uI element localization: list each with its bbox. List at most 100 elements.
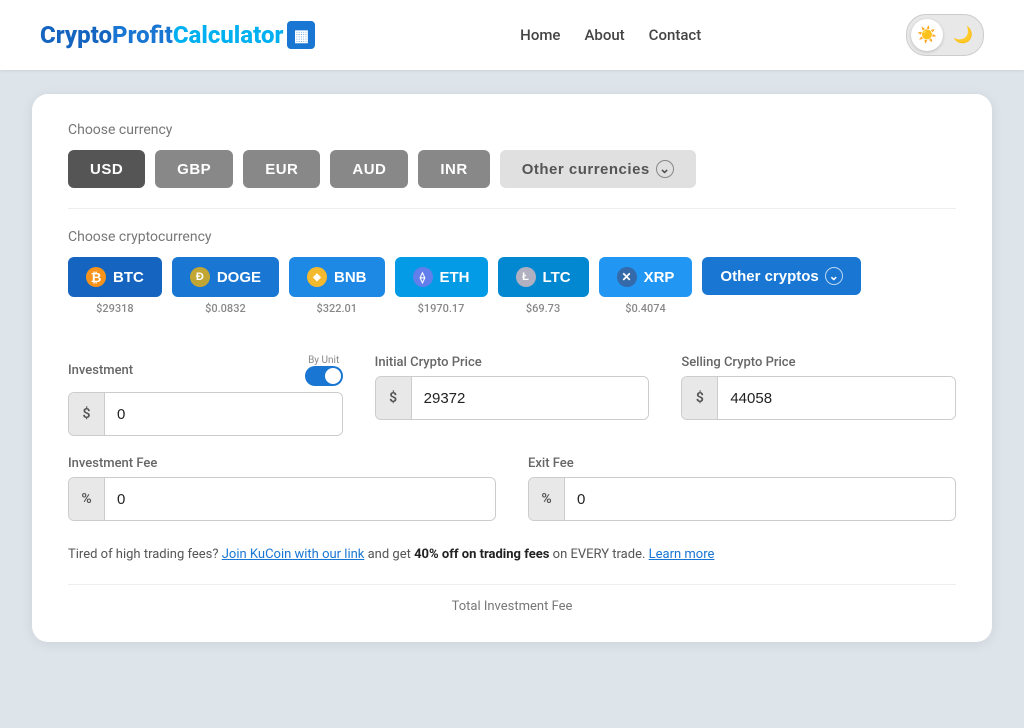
selling-price-field-group: Selling Crypto Price $ — [681, 355, 956, 436]
investment-prefix: $ — [69, 393, 105, 435]
initial-price-input-group: $ — [375, 376, 650, 420]
exit-fee-input[interactable] — [565, 478, 955, 520]
header: Crypto Profit Calculator ▦ Home About Co… — [0, 0, 1024, 70]
logo-profit: Profit — [112, 21, 173, 49]
nav-home[interactable]: Home — [520, 26, 560, 44]
total-fee-label: Total Investment Fee — [68, 584, 956, 614]
other-currencies-label: Other currencies — [522, 161, 650, 178]
selling-price-input-group: $ — [681, 376, 956, 420]
light-mode-button[interactable]: ☀️ — [911, 19, 943, 51]
toggle-switch[interactable] — [305, 366, 343, 386]
other-cryptos-label: Other cryptos — [720, 268, 818, 285]
promo-text-middle: and get — [368, 547, 414, 562]
currency-section-label: Choose currency — [68, 122, 956, 138]
ltc-price: $69.73 — [526, 302, 560, 315]
currency-aud[interactable]: AUD — [330, 150, 408, 188]
exit-fee-prefix: % — [529, 478, 565, 520]
crypto-col-ltc: Ł LTC $69.73 — [498, 257, 589, 315]
crypto-xrp-button[interactable]: ✕ XRP — [599, 257, 693, 297]
promo-text-after: on EVERY trade. — [553, 547, 649, 562]
learn-more-link[interactable]: Learn more — [649, 547, 715, 562]
investment-label: Investment — [68, 363, 133, 378]
currency-row: USD GBP EUR AUD INR Other currencies ⌄ — [68, 150, 956, 188]
investment-fee-input-group: % — [68, 477, 496, 521]
crypto-col-other: Other cryptos ⌄ — [702, 257, 860, 315]
selling-price-input[interactable] — [718, 377, 955, 419]
currency-section: Choose currency USD GBP EUR AUD INR Othe… — [68, 122, 956, 188]
crypto-col-xrp: ✕ XRP $0.4074 — [599, 257, 693, 315]
initial-price-label: Initial Crypto Price — [375, 355, 650, 370]
by-unit-label: By Unit — [308, 355, 339, 366]
bnb-label: BNB — [334, 269, 367, 286]
other-cryptos-chevron-icon: ⌄ — [825, 267, 843, 285]
theme-toggle: ☀️ 🌙 — [906, 14, 984, 56]
xrp-icon: ✕ — [617, 267, 637, 287]
promo-bar: Tired of high trading fees? Join KuCoin … — [68, 545, 956, 566]
doge-label: DOGE — [217, 269, 261, 286]
crypto-col-eth: ⟠ ETH $1970.17 — [395, 257, 488, 315]
doge-icon: Ð — [190, 267, 210, 287]
toggle-knob — [325, 368, 341, 384]
crypto-col-bnb: ◆ BNB $322.01 — [289, 257, 385, 315]
kucoin-link[interactable]: Join KuCoin with our link — [222, 547, 365, 562]
selling-price-prefix: $ — [682, 377, 718, 419]
crypto-doge-button[interactable]: Ð DOGE — [172, 257, 279, 297]
crypto-section-label: Choose cryptocurrency — [68, 229, 956, 245]
initial-price-field-group: Initial Crypto Price $ — [375, 355, 650, 436]
calculator-section: Investment By Unit $ — [68, 355, 956, 436]
promo-text-before: Tired of high trading fees? — [68, 547, 219, 562]
xrp-label: XRP — [644, 269, 675, 286]
currency-inr[interactable]: INR — [418, 150, 489, 188]
by-unit-toggle[interactable] — [305, 366, 343, 386]
investment-fee-label: Investment Fee — [68, 456, 496, 471]
logo-crypto: Crypto — [40, 21, 112, 49]
nav: Home About Contact — [520, 26, 701, 44]
logo[interactable]: Crypto Profit Calculator ▦ — [40, 21, 315, 49]
exit-fee-input-group: % — [528, 477, 956, 521]
logo-calculator: Calculator — [173, 21, 284, 49]
fee-section: Investment Fee % Exit Fee % — [68, 456, 956, 521]
crypto-ltc-button[interactable]: Ł LTC — [498, 257, 589, 297]
btc-label: BTC — [113, 269, 144, 286]
currency-eur[interactable]: EUR — [243, 150, 320, 188]
exit-fee-label: Exit Fee — [528, 456, 956, 471]
investment-fee-field-group: Investment Fee % — [68, 456, 496, 521]
crypto-col-btc: ₿ BTC $29318 — [68, 257, 162, 315]
other-cryptos-button[interactable]: Other cryptos ⌄ — [702, 257, 860, 295]
dark-mode-button[interactable]: 🌙 — [947, 19, 979, 51]
crypto-section: Choose cryptocurrency ₿ BTC $29318 Ð DOG… — [68, 229, 956, 315]
ltc-label: LTC — [543, 269, 571, 286]
crypto-eth-button[interactable]: ⟠ ETH — [395, 257, 488, 297]
other-currencies-chevron-icon: ⌄ — [656, 160, 674, 178]
investment-label-row: Investment By Unit — [68, 355, 343, 386]
crypto-btc-button[interactable]: ₿ BTC — [68, 257, 162, 297]
btc-price: $29318 — [96, 302, 134, 315]
eth-icon: ⟠ — [413, 267, 433, 287]
toggle-slider — [305, 366, 343, 386]
nav-about[interactable]: About — [584, 26, 624, 44]
xrp-price: $0.4074 — [625, 302, 666, 315]
investment-input[interactable] — [105, 393, 342, 435]
other-currencies-button[interactable]: Other currencies ⌄ — [500, 150, 696, 188]
eth-price: $1970.17 — [418, 302, 465, 315]
selling-price-label: Selling Crypto Price — [681, 355, 956, 370]
main-card: Choose currency USD GBP EUR AUD INR Othe… — [32, 94, 992, 642]
crypto-bnb-button[interactable]: ◆ BNB — [289, 257, 385, 297]
currency-gbp[interactable]: GBP — [155, 150, 233, 188]
section-divider — [68, 208, 956, 209]
crypto-row: ₿ BTC $29318 Ð DOGE $0.0832 ◆ BNB $322.0… — [68, 257, 956, 315]
investment-fee-prefix: % — [69, 478, 105, 520]
investment-field-group: Investment By Unit $ — [68, 355, 343, 436]
bnb-price: $322.01 — [316, 302, 357, 315]
initial-price-input[interactable] — [412, 377, 649, 419]
doge-price: $0.0832 — [205, 302, 246, 315]
btc-icon: ₿ — [86, 267, 106, 287]
currency-usd[interactable]: USD — [68, 150, 145, 188]
crypto-col-doge: Ð DOGE $0.0832 — [172, 257, 279, 315]
exit-fee-field-group: Exit Fee % — [528, 456, 956, 521]
eth-label: ETH — [440, 269, 470, 286]
bnb-icon: ◆ — [307, 267, 327, 287]
investment-fee-input[interactable] — [105, 478, 495, 520]
logo-icon: ▦ — [287, 21, 315, 49]
nav-contact[interactable]: Contact — [649, 26, 702, 44]
